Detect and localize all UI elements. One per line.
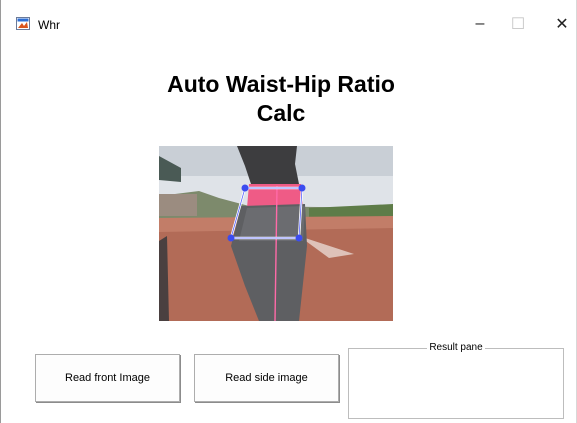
overlay-point-waist-right — [298, 184, 306, 192]
minimize-icon: – — [475, 15, 485, 32]
page-title-line-2: Calc — [256, 100, 306, 126]
result-pane-title-text: Result pane — [427, 342, 485, 353]
maximize-button[interactable]: ☐ — [495, 10, 541, 38]
page-title-line-1: Auto Waist-Hip Ratio — [167, 71, 395, 97]
close-icon: ✕ — [555, 16, 569, 33]
read-side-image-button[interactable]: Read side image — [194, 354, 339, 402]
title-bar[interactable]: Whr – ☐ ✕ — [1, 0, 576, 33]
close-button[interactable]: ✕ — [539, 10, 577, 38]
overlay-point-hip-right — [295, 234, 303, 242]
read-front-image-button[interactable]: Read front Image — [35, 354, 180, 402]
maximize-icon: ☐ — [510, 16, 526, 33]
matlab-figure-icon — [16, 17, 30, 30]
side-image-preview — [159, 146, 393, 321]
overlay-point-waist-left — [241, 184, 249, 192]
side-image-canvas — [159, 146, 393, 321]
window-title: Whr — [38, 18, 60, 32]
result-pane-title: Result pane — [349, 342, 563, 354]
result-pane: Result pane — [348, 342, 564, 419]
overlay-point-hip-left — [227, 234, 235, 242]
app-window: Whr – ☐ ✕ Auto Waist-Hip Ratio Calc Read… — [0, 0, 577, 423]
page-title: Auto Waist-Hip Ratio Calc — [121, 70, 441, 128]
